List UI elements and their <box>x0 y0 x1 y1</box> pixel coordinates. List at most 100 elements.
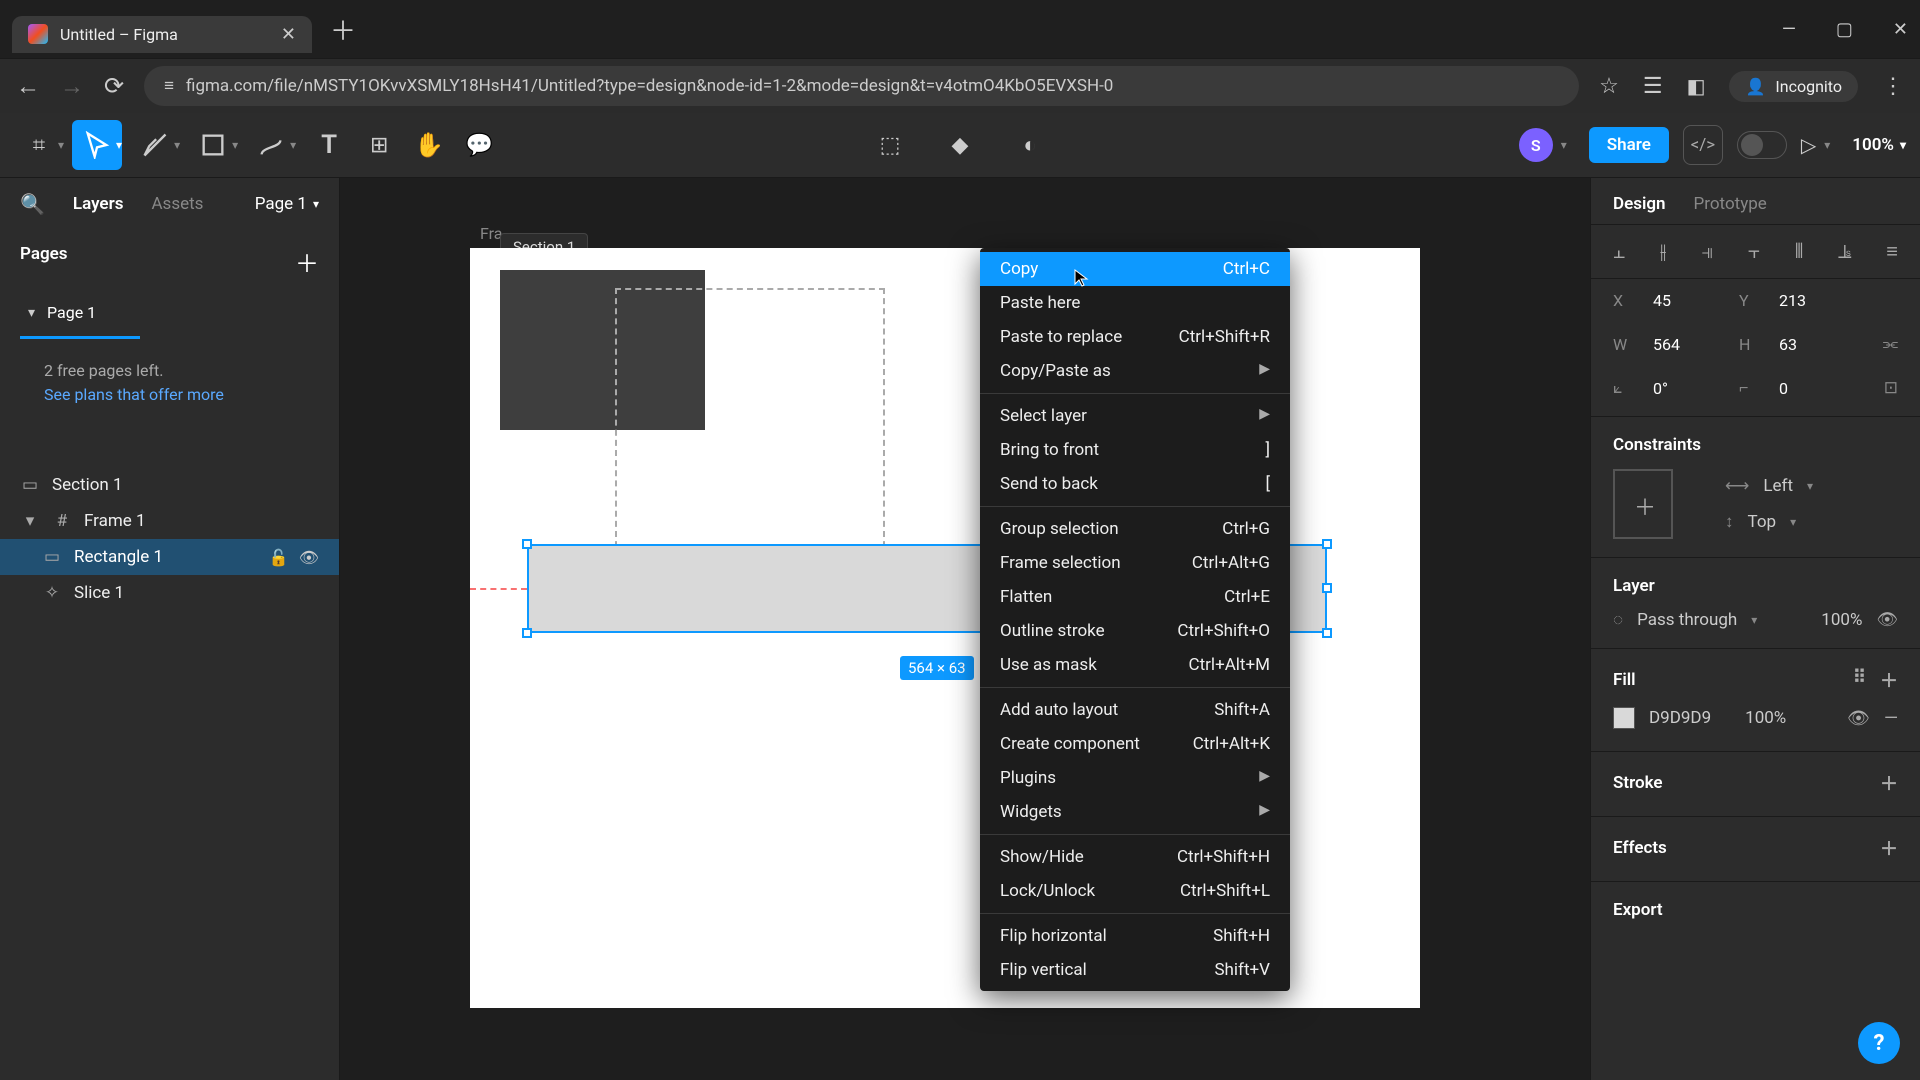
fill-swatch[interactable] <box>1613 707 1635 729</box>
add-fill-icon[interactable]: ＋ <box>1880 667 1898 693</box>
drawing-tool[interactable] <box>246 120 296 170</box>
layer-section[interactable]: ▭ Section 1 <box>0 467 339 503</box>
rotation-value[interactable]: 0° <box>1653 379 1723 398</box>
independent-corners-icon[interactable]: ⊡ <box>1884 378 1898 398</box>
context-menu-item[interactable]: Flip horizontalShift+H <box>980 919 1290 953</box>
context-menu-item[interactable]: Widgets▶ <box>980 795 1290 829</box>
page-selector[interactable]: Page 1 ▾ <box>255 194 319 214</box>
page-row[interactable]: ▾ Page 1 <box>0 293 339 332</box>
hand-tool[interactable]: ✋ <box>404 120 454 170</box>
visibility-icon[interactable]: 👁 <box>1847 708 1870 729</box>
url-field[interactable]: ≡ figma.com/file/nMSTY1OKvvXSMLY18HsH41/… <box>144 66 1579 106</box>
reader-icon[interactable]: ☰ <box>1643 74 1663 99</box>
context-menu-item[interactable]: Use as maskCtrl+Alt+M <box>980 648 1290 682</box>
dev-mode-toggle[interactable]: </> <box>1683 125 1723 165</box>
style-icon[interactable]: ⠿ <box>1853 667 1866 693</box>
text-tool[interactable]: T <box>304 120 354 170</box>
context-menu-item[interactable]: Show/HideCtrl+Shift+H <box>980 840 1290 874</box>
present-icon[interactable]: ▷ <box>1801 133 1816 157</box>
context-menu-item[interactable]: Copy/Paste as▶ <box>980 354 1290 388</box>
component-icon[interactable]: ⬚ <box>865 120 915 170</box>
context-menu-item[interactable]: Create componentCtrl+Alt+K <box>980 727 1290 761</box>
move-tool[interactable] <box>72 120 122 170</box>
selection-handle[interactable] <box>522 628 532 638</box>
context-menu-item[interactable]: Group selectionCtrl+G <box>980 512 1290 546</box>
layer-opacity[interactable]: 100% <box>1821 610 1862 630</box>
search-icon[interactable]: 🔍 <box>20 192 45 216</box>
context-menu-item[interactable]: Bring to front] <box>980 433 1290 467</box>
add-stroke-icon[interactable]: ＋ <box>1880 770 1898 796</box>
main-menu-icon[interactable]: ⌗ <box>14 120 64 170</box>
blend-mode[interactable]: Pass through <box>1637 610 1737 630</box>
visibility-icon[interactable]: 👁 <box>1876 610 1898 630</box>
align-left-icon[interactable]: ⫠ <box>1613 239 1625 264</box>
site-settings-icon[interactable]: ≡ <box>164 76 174 96</box>
close-tab-icon[interactable]: ✕ <box>281 24 296 45</box>
canvas[interactable]: Fra… Section 1 564 × 63 CopyCtrl+CPaste … <box>340 178 1590 1080</box>
selection-handle[interactable] <box>1322 583 1332 593</box>
context-menu-item[interactable]: Send to back[ <box>980 467 1290 501</box>
resources-tool[interactable]: ⊞ <box>354 120 404 170</box>
align-right-icon[interactable]: ⫣ <box>1701 239 1713 264</box>
window-maximize-icon[interactable]: ▢ <box>1836 19 1853 40</box>
fill-hex[interactable]: D9D9D9 <box>1649 708 1711 728</box>
see-plans-link[interactable]: See plans that offer more <box>44 385 224 404</box>
context-menu-item[interactable]: Lock/UnlockCtrl+Shift+L <box>980 874 1290 908</box>
pen-tool[interactable] <box>130 120 180 170</box>
w-value[interactable]: 564 <box>1653 335 1723 354</box>
corner-value[interactable]: 0 <box>1779 379 1849 398</box>
toggle-switch[interactable] <box>1737 131 1787 159</box>
context-menu-item[interactable]: Frame selectionCtrl+Alt+G <box>980 546 1290 580</box>
nav-back-icon[interactable]: ← <box>16 72 40 101</box>
design-tab[interactable]: Design <box>1613 194 1666 214</box>
shape-tool[interactable] <box>188 120 238 170</box>
constraint-widget[interactable]: ＋ <box>1613 469 1673 539</box>
browser-tab[interactable]: Untitled – Figma ✕ <box>12 16 312 53</box>
context-menu-item[interactable]: FlattenCtrl+E <box>980 580 1290 614</box>
context-menu-item[interactable]: Add auto layoutShift+A <box>980 693 1290 727</box>
align-hcenter-icon[interactable]: ⫲ <box>1660 239 1666 264</box>
share-button[interactable]: Share <box>1589 127 1669 163</box>
prototype-tab[interactable]: Prototype <box>1694 194 1767 214</box>
browser-menu-icon[interactable]: ⋮ <box>1882 74 1904 99</box>
avatar-dropdown-icon[interactable]: ▾ <box>1561 138 1567 152</box>
layer-slice[interactable]: ✧ Slice 1 <box>0 575 339 611</box>
sidepanel-icon[interactable]: ◧ <box>1687 74 1706 98</box>
window-minimize-icon[interactable]: — <box>1782 19 1796 40</box>
context-menu-item[interactable]: Paste here <box>980 286 1290 320</box>
context-menu-item[interactable]: Flip verticalShift+V <box>980 953 1290 987</box>
nav-reload-icon[interactable]: ⟳ <box>104 72 124 100</box>
assets-tab[interactable]: Assets <box>151 194 203 214</box>
comment-tool[interactable]: 💬 <box>454 120 504 170</box>
distribute-icon[interactable]: ≡ <box>1886 239 1898 264</box>
help-button[interactable]: ? <box>1858 1022 1900 1064</box>
align-vcenter-icon[interactable]: ⫴ <box>1795 239 1803 264</box>
lock-aspect-icon[interactable]: ⫘ <box>1883 334 1898 354</box>
context-menu-item[interactable]: CopyCtrl+C <box>980 252 1290 286</box>
layers-tab[interactable]: Layers <box>73 194 124 214</box>
add-page-icon[interactable]: ＋ <box>295 244 319 279</box>
layer-frame[interactable]: ▾ # Frame 1 <box>0 503 339 539</box>
mask-icon[interactable]: ◆ <box>935 120 985 170</box>
remove-fill-icon[interactable]: — <box>1884 708 1898 729</box>
visibility-icon[interactable]: 👁 <box>299 548 319 567</box>
lock-icon[interactable]: 🔓 <box>269 548 289 567</box>
constraint-h[interactable]: Left <box>1763 476 1793 496</box>
h-value[interactable]: 63 <box>1779 335 1849 354</box>
context-menu-item[interactable]: Outline strokeCtrl+Shift+O <box>980 614 1290 648</box>
context-menu-item[interactable]: Paste to replaceCtrl+Shift+R <box>980 320 1290 354</box>
bookmark-star-icon[interactable]: ☆ <box>1599 74 1619 99</box>
align-bottom-icon[interactable]: ⫡ <box>1838 239 1851 264</box>
x-value[interactable]: 45 <box>1653 291 1723 310</box>
context-menu-item[interactable]: Plugins▶ <box>980 761 1290 795</box>
selection-handle[interactable] <box>1322 628 1332 638</box>
align-top-icon[interactable]: ⫟ <box>1748 239 1760 264</box>
y-value[interactable]: 213 <box>1779 291 1849 310</box>
selection-handle[interactable] <box>522 539 532 549</box>
layer-rectangle[interactable]: ▭ Rectangle 1 🔓👁 <box>0 539 339 575</box>
context-menu-item[interactable]: Select layer▶ <box>980 399 1290 433</box>
incognito-pill[interactable]: 👤 Incognito <box>1729 71 1858 102</box>
add-effect-icon[interactable]: ＋ <box>1880 835 1898 861</box>
user-avatar[interactable]: S <box>1519 128 1553 162</box>
fill-opacity[interactable]: 100% <box>1745 708 1786 728</box>
